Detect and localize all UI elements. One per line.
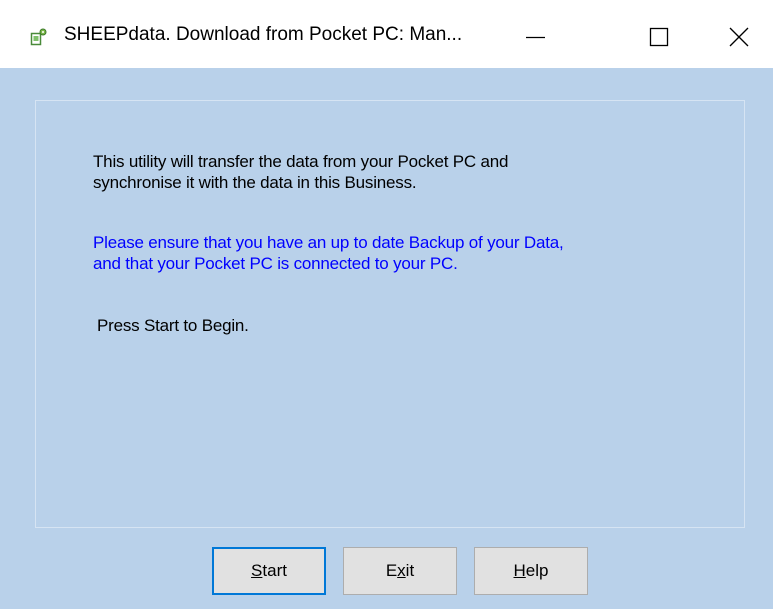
start-label-rest: tart bbox=[262, 561, 287, 580]
intro-line: synchronise it with the data in this Bus… bbox=[93, 173, 417, 192]
minimize-icon bbox=[526, 36, 545, 39]
start-mnemonic: S bbox=[251, 561, 263, 580]
warning-line: and that your Pocket PC is connected to … bbox=[93, 254, 458, 273]
app-icon[interactable] bbox=[30, 28, 48, 46]
title-bar[interactable]: SHEEPdata. Download from Pocket PC: Man.… bbox=[0, 0, 773, 68]
maximize-icon bbox=[649, 27, 669, 47]
intro-line: This utility will transfer the data from… bbox=[93, 152, 509, 171]
help-mnemonic: H bbox=[513, 561, 526, 580]
close-icon bbox=[729, 27, 749, 47]
start-prompt: Press Start to Begin. bbox=[97, 316, 249, 335]
intro-message: This utility will transfer the data from… bbox=[93, 151, 508, 193]
warning-message: Please ensure that you have an up to dat… bbox=[93, 232, 564, 274]
exit-mnemonic: x bbox=[397, 561, 406, 580]
maximize-button[interactable] bbox=[622, 0, 692, 68]
start-button[interactable]: Start bbox=[212, 547, 326, 595]
close-button[interactable] bbox=[703, 0, 773, 68]
warning-line: Please ensure that you have an up to dat… bbox=[93, 233, 564, 252]
minimize-button[interactable] bbox=[500, 0, 570, 68]
window-title: SHEEPdata. Download from Pocket PC: Man.… bbox=[64, 24, 463, 45]
exit-label-pre: E bbox=[385, 561, 398, 580]
exit-label-rest: it bbox=[405, 561, 415, 580]
dialog-window: SHEEPdata. Download from Pocket PC: Man.… bbox=[0, 0, 773, 609]
help-button[interactable]: Help bbox=[474, 547, 588, 595]
exit-button[interactable]: Exit bbox=[343, 547, 457, 595]
help-label-rest: elp bbox=[525, 561, 549, 580]
